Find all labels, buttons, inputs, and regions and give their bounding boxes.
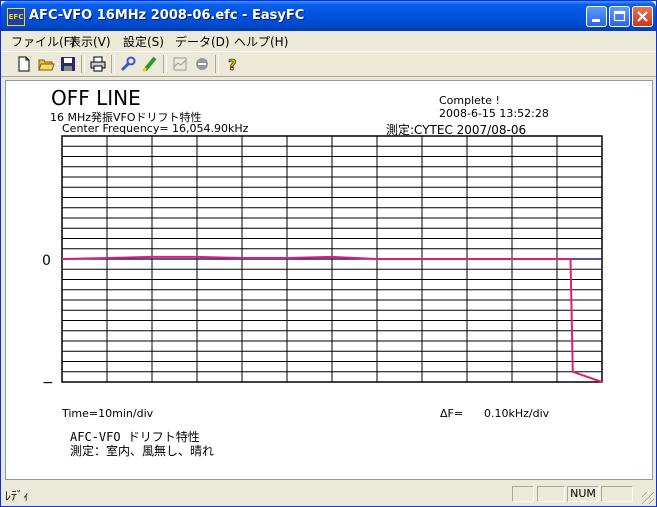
status-panel-1 <box>512 486 534 502</box>
graph-icon[interactable] <box>171 55 189 73</box>
status-panel-2 <box>537 486 565 502</box>
menu-bar: ファイル(F) 表示(V) 設定(S) データ(D) ヘルプ(H) <box>1 31 656 50</box>
help-icon[interactable]: ? <box>223 55 241 75</box>
status-num: NUM <box>567 486 599 502</box>
app-icon[interactable]: EFC <box>7 8 25 26</box>
toolbar-separator <box>111 55 115 73</box>
main-window: EFC AFC-VFO 16MHz 2008-06.efc - EasyFC フ… <box>0 0 657 507</box>
status-text: ﾚﾃﾞｨ <box>5 489 30 503</box>
toolbar-separator <box>81 55 85 73</box>
menu-data[interactable]: データ(D) <box>175 33 230 50</box>
close-button[interactable] <box>632 6 653 27</box>
status-panel-4 <box>601 486 633 502</box>
delta-f-value: 0.10kHz/div <box>484 407 550 420</box>
time-scale: Time=10min/div <box>62 407 154 420</box>
menu-settings[interactable]: 設定(S) <box>123 33 164 50</box>
menu-view[interactable]: 表示(V) <box>69 33 111 50</box>
maximize-button[interactable] <box>609 6 630 27</box>
graph-canvas[interactable]: OFF LINE 16 MHz発振VFOドリフト特性 Center Freque… <box>5 80 653 480</box>
status-bar: ﾚﾃﾞｨ NUM <box>1 482 656 506</box>
toolbar-separator <box>215 55 219 73</box>
save-icon[interactable] <box>59 55 77 73</box>
toolbar-separator <box>163 55 167 73</box>
window-title: AFC-VFO 16MHz 2008-06.efc - EasyFC <box>29 8 305 23</box>
close-icon <box>637 11 648 22</box>
stop-icon[interactable] <box>193 55 211 73</box>
open-folder-icon[interactable] <box>37 55 55 73</box>
toolbar: ? <box>1 51 656 77</box>
svg-text:?: ? <box>228 56 237 73</box>
title-bar[interactable]: EFC AFC-VFO 16MHz 2008-06.efc - EasyFC <box>1 1 656 31</box>
wrench-icon[interactable] <box>119 55 137 73</box>
menu-help[interactable]: ヘルプ(H) <box>234 33 288 50</box>
menu-file[interactable]: ファイル(F) <box>11 33 75 50</box>
note-line2: 測定：室内、風無し、晴れ <box>70 444 215 458</box>
minimize-icon <box>592 19 600 22</box>
resize-grip[interactable] <box>642 492 654 504</box>
new-file-icon[interactable] <box>15 55 33 73</box>
highlighter-icon[interactable] <box>141 55 159 73</box>
print-icon[interactable] <box>89 55 107 73</box>
minimize-button[interactable] <box>586 6 607 27</box>
delta-f-label: ΔF= <box>440 407 464 420</box>
maximize-icon <box>613 10 626 22</box>
